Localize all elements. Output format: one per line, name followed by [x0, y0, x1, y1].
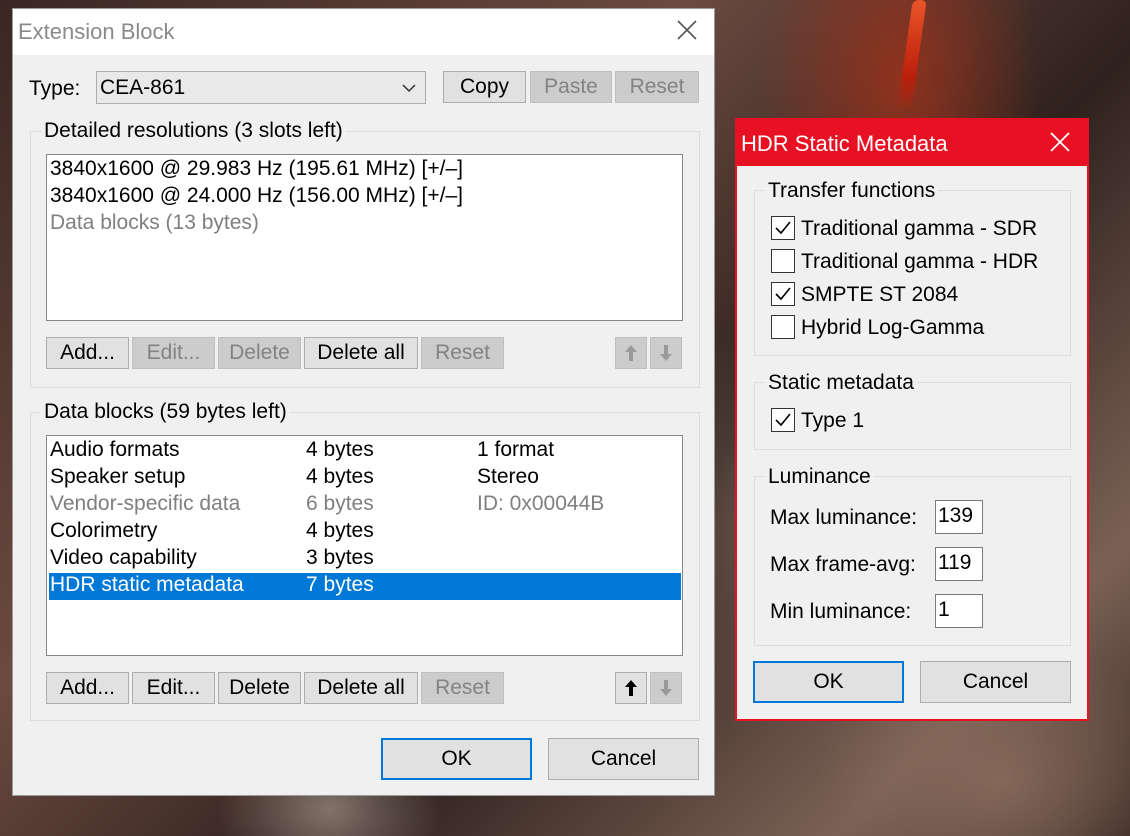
delete-all-blocks-button[interactable]: Delete all — [304, 672, 418, 704]
arrow-down-icon — [660, 680, 672, 696]
arrow-up-icon — [625, 680, 637, 696]
reset-resolutions-button[interactable]: Reset — [421, 337, 504, 369]
table-row[interactable]: Audio formats 4 bytes 1 format — [50, 438, 670, 465]
title-bar[interactable]: HDR Static Metadata — [737, 120, 1087, 166]
cancel-button[interactable]: Cancel — [548, 738, 699, 780]
checkmark-icon — [775, 413, 791, 427]
edit-resolution-button[interactable]: Edit... — [132, 337, 215, 369]
table-row[interactable]: Colorimetry 4 bytes — [50, 519, 670, 546]
min-luminance-input[interactable]: 1 — [935, 594, 983, 628]
max-frame-avg-input[interactable]: 119 — [935, 547, 983, 581]
add-resolution-button[interactable]: Add... — [46, 337, 129, 369]
hdr-gamma-label: Traditional gamma - HDR — [801, 250, 1039, 273]
static-metadata-title: Static metadata — [765, 371, 917, 395]
paste-button[interactable]: Paste — [530, 71, 612, 103]
hybrid-log-gamma-label: Hybrid Log-Gamma — [801, 316, 985, 339]
table-row[interactable]: Video capability 3 bytes — [50, 546, 670, 573]
reset-type-button[interactable]: Reset — [615, 71, 699, 103]
extension-block-window: Extension Block Type: CEA-861 Copy Paste… — [12, 8, 715, 796]
move-down-block-button[interactable] — [650, 672, 682, 704]
list-item[interactable]: 3840x1600 @ 29.983 Hz (195.61 MHz) [+/–] — [50, 157, 463, 184]
move-up-block-button[interactable] — [615, 672, 647, 704]
list-item[interactable]: Data blocks (13 bytes) — [50, 211, 259, 238]
table-row-selected[interactable]: HDR static metadata 7 bytes — [49, 573, 681, 600]
block-size: 6 bytes — [306, 492, 374, 515]
window-title: Extension Block — [18, 19, 175, 44]
close-icon[interactable] — [1047, 129, 1073, 155]
copy-button[interactable]: Copy — [443, 71, 526, 103]
arrow-up-icon — [625, 345, 637, 361]
delete-block-button[interactable]: Delete — [218, 672, 301, 704]
move-down-resolution-button[interactable] — [650, 337, 682, 369]
block-size: 7 bytes — [306, 573, 374, 596]
block-info: 1 format — [477, 438, 555, 461]
detailed-resolutions-list[interactable]: 3840x1600 @ 29.983 Hz (195.61 MHz) [+/–]… — [46, 154, 683, 321]
background-decoration — [897, 0, 927, 110]
type-label: Type: — [29, 77, 81, 100]
hdr-static-metadata-window: HDR Static Metadata Transfer functions T… — [735, 118, 1089, 721]
reset-blocks-button[interactable]: Reset — [421, 672, 504, 704]
max-luminance-input[interactable]: 139 — [935, 500, 983, 534]
smpte-st2084-label: SMPTE ST 2084 — [801, 283, 959, 306]
block-name: Audio formats — [50, 438, 180, 461]
ok-button[interactable]: OK — [381, 738, 532, 780]
block-name: HDR static metadata — [50, 573, 244, 596]
transfer-functions-title: Transfer functions — [765, 179, 939, 203]
block-size: 4 bytes — [306, 465, 374, 488]
title-bar[interactable]: Extension Block — [13, 9, 714, 55]
table-row[interactable]: Vendor-specific data 6 bytes ID: 0x00044… — [50, 492, 670, 519]
list-item[interactable]: 3840x1600 @ 24.000 Hz (156.00 MHz) [+/–] — [50, 184, 463, 211]
max-frame-avg-label: Max frame-avg: — [770, 553, 916, 576]
ok-button[interactable]: OK — [753, 661, 904, 703]
hdr-gamma-checkbox[interactable] — [771, 249, 795, 273]
table-row[interactable]: Speaker setup 4 bytes Stereo — [50, 465, 670, 492]
type1-checkbox[interactable] — [771, 408, 795, 432]
type1-label: Type 1 — [801, 409, 865, 432]
max-luminance-label: Max luminance: — [770, 506, 918, 529]
checkmark-icon — [775, 287, 791, 301]
window-title: HDR Static Metadata — [741, 131, 948, 156]
cancel-button[interactable]: Cancel — [920, 661, 1071, 703]
delete-resolution-button[interactable]: Delete — [218, 337, 301, 369]
arrow-down-icon — [660, 345, 672, 361]
close-icon[interactable] — [672, 15, 702, 45]
data-blocks-title: Data blocks (59 bytes left) — [41, 400, 290, 424]
block-info: ID: 0x00044B — [477, 492, 605, 515]
block-name: Video capability — [50, 546, 197, 569]
smpte-st2084-checkbox[interactable] — [771, 282, 795, 306]
type-dropdown[interactable]: CEA-861 — [96, 71, 426, 104]
block-size: 4 bytes — [306, 519, 374, 542]
block-size: 4 bytes — [306, 438, 374, 461]
sdr-gamma-checkbox[interactable] — [771, 216, 795, 240]
delete-all-resolutions-button[interactable]: Delete all — [304, 337, 418, 369]
block-size: 3 bytes — [306, 546, 374, 569]
block-name: Speaker setup — [50, 465, 186, 488]
block-name: Colorimetry — [50, 519, 158, 542]
edit-block-button[interactable]: Edit... — [132, 672, 215, 704]
add-block-button[interactable]: Add... — [46, 672, 129, 704]
chevron-down-icon — [402, 84, 416, 93]
luminance-title: Luminance — [765, 465, 874, 489]
data-blocks-list[interactable]: Audio formats 4 bytes 1 format Speaker s… — [46, 435, 683, 656]
move-up-resolution-button[interactable] — [615, 337, 647, 369]
block-name: Vendor-specific data — [50, 492, 241, 515]
min-luminance-label: Min luminance: — [770, 600, 912, 623]
type-value: CEA-861 — [100, 76, 186, 99]
block-info: Stereo — [477, 465, 539, 488]
checkmark-icon — [775, 221, 791, 235]
hybrid-log-gamma-checkbox[interactable] — [771, 315, 795, 339]
sdr-gamma-label: Traditional gamma - SDR — [801, 217, 1038, 240]
detailed-resolutions-title: Detailed resolutions (3 slots left) — [41, 119, 346, 143]
